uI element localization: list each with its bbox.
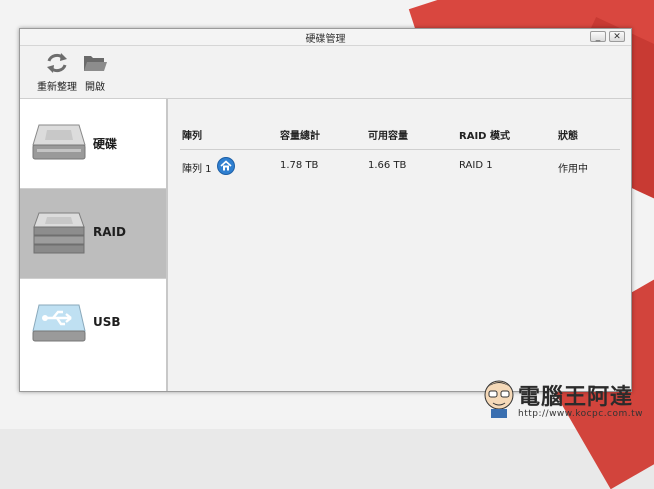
column-header[interactable]: 容量總計 (280, 127, 320, 142)
watermark-url: http://www.kocpc.com.tw (518, 409, 644, 419)
sidebar-item-label: USB (93, 315, 121, 329)
array-name: 陣列 1 (182, 164, 212, 175)
title-bar[interactable]: 硬碟管理 _ ✕ (20, 29, 631, 46)
sidebar-item-usb[interactable]: USB (20, 279, 166, 368)
sidebar-item-disk[interactable]: 硬碟 (20, 99, 166, 189)
total-capacity-cell: 1.78 TB (280, 160, 319, 171)
mascot-logo (484, 380, 514, 418)
sidebar-item-label: 硬碟 (93, 137, 118, 151)
sidebar: 硬碟 RAID USB (20, 99, 168, 391)
column-header[interactable]: 陣列 (182, 127, 202, 142)
home-icon (216, 157, 235, 175)
raid-drive-icon (33, 212, 85, 254)
column-header[interactable]: 狀態 (558, 127, 578, 142)
folder-open-icon (84, 56, 107, 71)
table-header: 陣列 容量總計 可用容量 RAID 模式 狀態 (180, 125, 620, 150)
watermark-text: 電腦王阿達 (518, 384, 634, 410)
close-button[interactable]: ✕ (609, 31, 625, 42)
raid-list-panel: 陣列 容量總計 可用容量 RAID 模式 狀態 陣列 1 1.78 TB 1.6… (168, 99, 631, 391)
status-cell: 作用中 (558, 164, 588, 175)
refresh-icon (47, 53, 67, 73)
free-capacity-cell: 1.66 TB (368, 160, 407, 171)
hard-drive-icon (32, 124, 86, 160)
raid-mode-cell: RAID 1 (459, 160, 493, 171)
open-label: 開啟 (85, 82, 105, 93)
toolbar: 重新整理 開啟 (20, 46, 631, 99)
usb-drive-icon (32, 304, 86, 342)
minimize-button[interactable]: _ (590, 31, 606, 42)
disk-management-window: 硬碟管理 _ ✕ 重新整理 開啟 硬碟 RAID USB 陣列 容量總計 可用容… (19, 28, 632, 392)
column-header[interactable]: 可用容量 (368, 127, 408, 142)
refresh-label: 重新整理 (37, 82, 77, 93)
array-name-cell: 陣列 1 (182, 157, 235, 178)
watermark: 電腦王阿達 http://www.kocpc.com.tw (482, 375, 650, 425)
sidebar-item-label: RAID (93, 225, 126, 239)
sidebar-item-raid[interactable]: RAID (20, 189, 166, 279)
table-row[interactable]: 陣列 1 1.78 TB 1.66 TB RAID 1 作用中 (180, 154, 620, 176)
refresh-button[interactable]: 重新整理 (37, 51, 77, 93)
window-title: 硬碟管理 (305, 34, 346, 45)
open-button[interactable]: 開啟 (82, 51, 108, 93)
column-header[interactable]: RAID 模式 (459, 127, 510, 142)
